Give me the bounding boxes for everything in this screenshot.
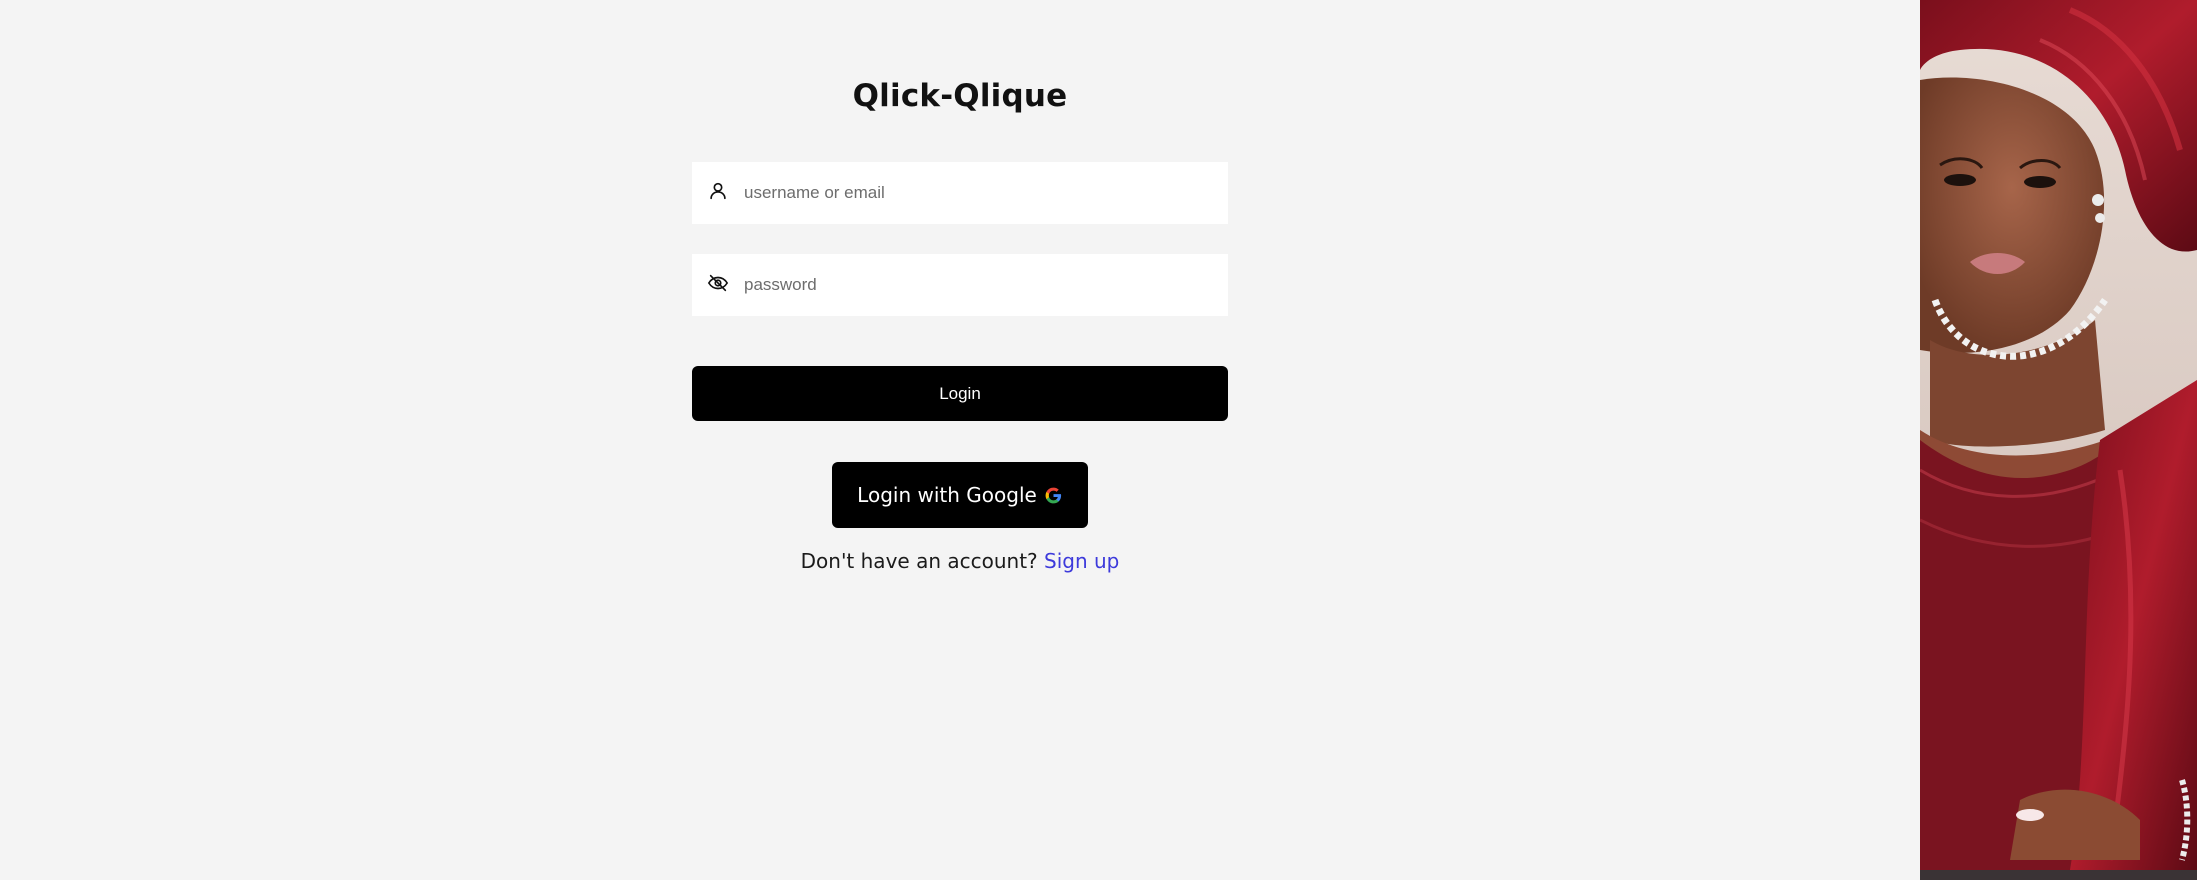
google-login-label: Login with Google <box>857 483 1037 507</box>
login-button[interactable]: Login <box>692 366 1228 421</box>
google-g-icon <box>1045 487 1061 503</box>
user-icon <box>707 180 729 202</box>
google-login-button[interactable]: Login with Google <box>832 462 1088 528</box>
login-panel: Qlick-Qlique Login Login with Google <box>0 0 1920 880</box>
eye-slash-icon[interactable] <box>707 272 729 294</box>
app-title: Qlick-Qlique <box>852 78 1068 114</box>
image-bottom-strip <box>1920 870 2197 880</box>
portrait-illustration <box>1920 0 2197 870</box>
password-input[interactable] <box>744 254 1214 316</box>
portrait-photo <box>1920 0 2197 880</box>
username-field[interactable] <box>692 162 1228 224</box>
signup-link[interactable]: Sign up <box>1044 549 1119 573</box>
username-input[interactable] <box>744 162 1214 224</box>
signup-prompt: Don't have an account? <box>800 549 1038 573</box>
signup-prompt-row: Don't have an account? Sign up <box>0 549 1920 573</box>
password-field[interactable] <box>692 254 1228 316</box>
